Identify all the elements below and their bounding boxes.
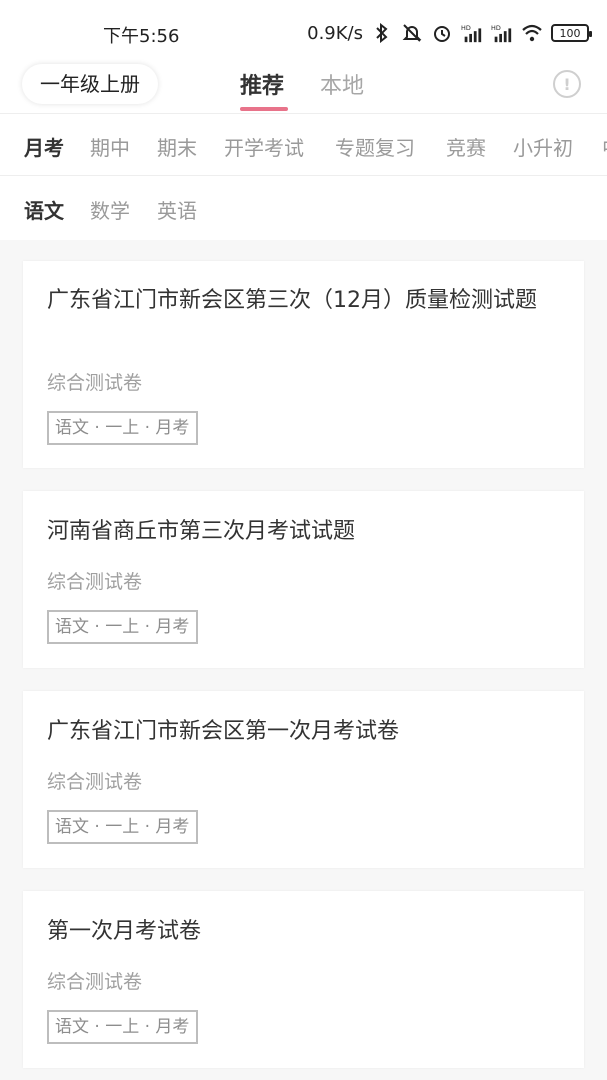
active-tab-indicator <box>240 107 288 111</box>
subject-math[interactable]: 数学 <box>90 195 130 224</box>
paper-tag: 语文 · 一上 · 月考 <box>47 810 198 844</box>
tab-local[interactable]: 本地 <box>320 68 364 100</box>
exam-type-primary-to-middle[interactable]: 小升初 <box>513 132 573 161</box>
paper-type: 综合测试卷 <box>47 571 143 593</box>
paper-title: 广东省江门市新会区第三次（12月）质量检测试题 <box>47 288 537 313</box>
info-icon[interactable]: ! <box>553 70 581 98</box>
paper-card[interactable]: 河南省商丘市第三次月考试试题 综合测试卷 语文 · 一上 · 月考 <box>23 491 584 668</box>
battery-icon: 100 <box>551 24 592 42</box>
exam-type-filter: 月考 期中 期末 开学考试 专题复习 竞赛 小升初 中 <box>0 114 607 176</box>
subject-filter: 语文 数学 英语 <box>0 176 607 240</box>
exam-type-competition[interactable]: 竞赛 <box>446 132 486 161</box>
paper-tag: 语文 · 一上 · 月考 <box>47 610 198 644</box>
subject-english[interactable]: 英语 <box>157 195 197 224</box>
bluetooth-icon <box>371 22 393 44</box>
wifi-icon <box>521 22 543 44</box>
paper-tag: 语文 · 一上 · 月考 <box>47 411 198 445</box>
paper-type: 综合测试卷 <box>47 971 143 993</box>
network-speed: 0.9K/s <box>307 22 363 44</box>
svg-text:HD: HD <box>491 24 501 32</box>
clock: 下午5:56 <box>103 26 180 47</box>
grade-selector[interactable]: 一年级上册 <box>22 64 158 104</box>
paper-title: 河南省商丘市第三次月考试试题 <box>47 519 356 544</box>
paper-type: 综合测试卷 <box>47 372 143 394</box>
exam-type-more[interactable]: 中 <box>602 132 607 161</box>
header: 一年级上册 推荐 本地 ! <box>0 62 607 114</box>
paper-card[interactable]: 广东省江门市新会区第一次月考试卷 综合测试卷 语文 · 一上 · 月考 <box>23 691 584 868</box>
hd-signal-icon: HD <box>491 22 513 44</box>
svg-text:HD: HD <box>461 24 471 32</box>
exam-type-monthly[interactable]: 月考 <box>24 132 64 161</box>
status-bar: 下午5:56 0.9K/s HD HD 100 <box>0 0 607 62</box>
hd-signal-icon: HD <box>461 22 483 44</box>
exam-type-entrance[interactable]: 开学考试 <box>224 132 304 161</box>
alarm-icon <box>431 22 453 44</box>
paper-title: 第一次月考试卷 <box>47 919 202 944</box>
mute-bell-icon <box>401 22 423 44</box>
exam-type-midterm[interactable]: 期中 <box>90 132 130 161</box>
paper-type: 综合测试卷 <box>47 771 143 793</box>
paper-card[interactable]: 第一次月考试卷 综合测试卷 语文 · 一上 · 月考 <box>23 891 584 1068</box>
exam-type-review[interactable]: 专题复习 <box>335 132 415 161</box>
subject-chinese[interactable]: 语文 <box>24 195 64 224</box>
paper-title: 广东省江门市新会区第一次月考试卷 <box>47 719 400 744</box>
paper-card[interactable]: 广东省江门市新会区第三次（12月）质量检测试题 综合测试卷 语文 · 一上 · … <box>23 261 584 468</box>
status-icons: 0.9K/s HD HD 100 <box>307 22 592 44</box>
exam-type-final[interactable]: 期末 <box>157 132 197 161</box>
tab-recommend[interactable]: 推荐 <box>240 68 284 100</box>
paper-tag: 语文 · 一上 · 月考 <box>47 1010 198 1044</box>
